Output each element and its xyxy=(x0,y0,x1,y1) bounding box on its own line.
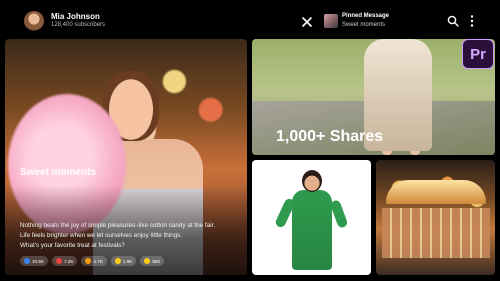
dancer-arm xyxy=(329,199,349,229)
reaction-count: 1.9K xyxy=(122,258,133,264)
dancer-head xyxy=(302,170,322,192)
heart-icon xyxy=(56,258,63,264)
carousel-roof xyxy=(386,180,486,204)
reactions-bar: 10.5K 7.2K 4.7K 1.9K 890 xyxy=(20,256,165,266)
reaction-count: 10.5K xyxy=(32,258,45,264)
reaction-count: 890 xyxy=(152,258,161,264)
avatar[interactable] xyxy=(24,11,44,31)
pinned-message-subtitle[interactable]: Sweet moments xyxy=(342,22,385,28)
top-bar: Mia Johnson 128,400 subscribers Pinned M… xyxy=(0,0,500,38)
search-icon[interactable] xyxy=(447,15,459,27)
reaction-fire[interactable]: 4.7K xyxy=(81,256,107,266)
post-text-line-1: Nothing beats the joy of simple pleasure… xyxy=(20,222,215,229)
subscriber-count: 128,400 subscribers xyxy=(51,22,106,28)
shares-count: 1,000+ Shares xyxy=(276,128,384,145)
channel-name[interactable]: Mia Johnson xyxy=(51,12,100,21)
laugh-icon xyxy=(114,258,121,264)
fire-icon xyxy=(85,258,92,264)
pinned-message-title[interactable]: Pinned Message xyxy=(342,13,389,19)
close-icon[interactable] xyxy=(299,14,315,30)
carousel-photo-tile[interactable] xyxy=(376,160,495,275)
green-outfit-photo-tile[interactable] xyxy=(252,160,371,275)
cool-icon xyxy=(144,258,151,264)
reaction-count: 7.2K xyxy=(64,258,74,264)
carousel-base xyxy=(382,208,490,258)
reaction-like[interactable]: 10.5K xyxy=(20,256,49,266)
thumbs-up-icon xyxy=(24,258,30,264)
reaction-cool[interactable]: 890 xyxy=(140,256,165,266)
post-title: Sweet moments xyxy=(20,167,97,178)
pinned-thumbnail[interactable] xyxy=(324,14,338,28)
reaction-laugh[interactable]: 1.9K xyxy=(110,256,137,266)
premiere-pro-badge[interactable]: Pr xyxy=(462,39,494,69)
reaction-love[interactable]: 7.2K xyxy=(52,256,78,266)
post-text-line-2: Life feels brighter when we let ourselve… xyxy=(20,232,183,239)
reaction-count: 4.7K xyxy=(93,258,103,264)
main-photo-tile[interactable] xyxy=(5,39,247,275)
more-options-icon[interactable] xyxy=(467,14,477,28)
post-text-line-3: What's your favorite treat at festivals? xyxy=(20,242,125,249)
dancer-figure xyxy=(292,190,332,270)
